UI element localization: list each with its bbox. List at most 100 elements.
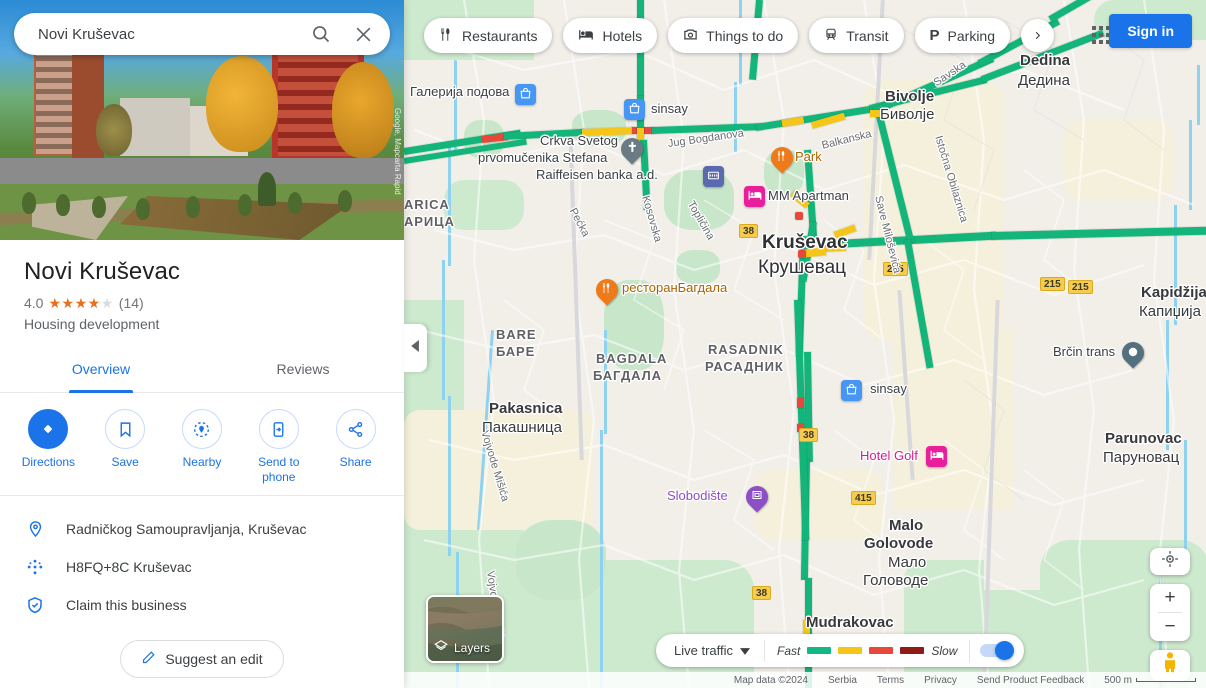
zoom-controls[interactable]: + − [1150, 584, 1190, 641]
rating-row[interactable]: 4.0 ★★★★★ (14) [0, 286, 404, 311]
layers-button[interactable]: Layers [426, 595, 504, 663]
sign-in-button[interactable]: Sign in [1109, 14, 1192, 48]
zoom-in-button[interactable]: + [1150, 584, 1190, 612]
my-location-icon [1161, 550, 1179, 573]
toggle-track [980, 641, 1015, 660]
plus-code-icon [24, 557, 46, 577]
shop-icon[interactable] [515, 84, 536, 105]
chips-next-button[interactable] [1021, 19, 1054, 52]
transit-icon [824, 27, 838, 45]
detail-text: Radničkog Samoupravljanja, Kruševac [66, 521, 307, 537]
suggest-label: Suggest an edit [165, 651, 263, 667]
place-tabs[interactable]: Overview Reviews [0, 347, 404, 393]
traffic-swatch-moderate [838, 647, 863, 654]
search-bar[interactable] [14, 13, 390, 55]
bank-icon[interactable] [703, 166, 724, 187]
chip-hotels[interactable]: Hotels [563, 18, 658, 53]
traffic-toggle[interactable] [969, 639, 1024, 662]
action-label: Directions [21, 455, 76, 469]
action-label: Save [111, 455, 139, 469]
collapse-panel-button[interactable] [404, 324, 427, 372]
scale-bar: 500 m [1104, 675, 1196, 686]
parking-icon: P [929, 27, 940, 44]
suggest-an-edit-button[interactable]: Suggest an edit [120, 640, 284, 678]
place-pin-icon [24, 519, 46, 539]
chip-label: Transit [846, 27, 889, 44]
scale-bar-line [1136, 678, 1196, 682]
detail-text: H8FQ+8C Kruševac [66, 559, 192, 575]
hotel-pin-icon[interactable] [926, 446, 947, 467]
traffic-swatch-very-slow [900, 647, 925, 654]
rating-value: 4.0 [24, 295, 44, 311]
action-label: Share [339, 455, 372, 469]
chip-restaurants[interactable]: Restaurants [424, 18, 553, 53]
map-controls[interactable]: + − [1150, 548, 1190, 681]
attrib-link-serbia[interactable]: Serbia [828, 675, 857, 686]
close-icon[interactable] [342, 13, 384, 55]
shop-icon[interactable] [841, 380, 862, 401]
detail-address[interactable]: Radničkog Samoupravljanja, Kruševac [0, 510, 404, 548]
detail-text: Claim this business [66, 597, 187, 613]
chevron-left-icon [411, 339, 420, 357]
action-label: Send to phone [258, 455, 300, 484]
zoom-out-button[interactable]: − [1150, 613, 1190, 641]
traffic-bar[interactable]: Live traffic Fast Slow [656, 634, 1025, 667]
my-location-button[interactable] [1150, 548, 1190, 575]
traffic-mode-label: Live traffic [674, 643, 734, 658]
place-category: Housing development [24, 316, 160, 332]
tab-overview[interactable]: Overview [0, 347, 202, 392]
traffic-mode-select[interactable]: Live traffic [656, 634, 764, 667]
place-details-list[interactable]: Radničkog Samoupravljanja, Kruševac H8FQ… [0, 496, 404, 624]
detail-claim-business[interactable]: Claim this business [0, 586, 404, 624]
road-shield: 215 [1068, 280, 1093, 294]
camera-icon [683, 27, 698, 45]
search-input[interactable] [14, 25, 300, 43]
action-directions[interactable]: Directions [12, 409, 84, 485]
road-shield: 215 [883, 262, 908, 276]
attrib-link-feedback[interactable]: Send Product Feedback [977, 675, 1084, 686]
shop-icon[interactable] [624, 99, 645, 120]
map-canvas[interactable]: da.r 382152152153841538 SavskaBalkanskaJ… [404, 0, 1206, 688]
hotel-pin-icon[interactable] [744, 186, 765, 207]
shield-check-icon [24, 595, 46, 615]
apps-grid-icon [1092, 26, 1110, 44]
place-actions[interactable]: Directions Save Nearby Send to phone Sha… [0, 393, 404, 496]
traffic-swatch-slow [869, 647, 894, 654]
road-shield: 38 [752, 586, 772, 600]
chevron-down-icon [740, 643, 751, 658]
tab-reviews[interactable]: Reviews [202, 347, 404, 392]
attrib-link-privacy[interactable]: Privacy [924, 675, 957, 686]
road-shield: 215 [1040, 277, 1065, 291]
action-share[interactable]: Share [320, 409, 392, 485]
map-category-chips[interactable]: Restaurants Hotels Things to do Transit … [424, 18, 1054, 53]
traffic-fast-label: Fast [777, 643, 801, 658]
road-shield: 38 [799, 428, 819, 442]
star-rating: ★★★★★ [48, 295, 114, 311]
action-send-to-phone[interactable]: Send to phone [243, 409, 315, 485]
action-save[interactable]: Save [89, 409, 161, 485]
chip-label: Restaurants [462, 27, 538, 44]
hotel-icon [578, 27, 594, 45]
review-count[interactable]: (14) [119, 295, 144, 311]
map-attribution: Map data ©2024 Serbia Terms Privacy Send… [404, 672, 1206, 688]
traffic-slow-label: Slow [931, 643, 958, 658]
detail-plus-code[interactable]: H8FQ+8C Kruševac [0, 548, 404, 586]
photo-credit: Google, Mapcarta Rapid [393, 108, 402, 195]
chip-label: Hotels [602, 27, 643, 44]
send-to-phone-icon [258, 409, 299, 449]
chip-transit[interactable]: Transit [809, 18, 904, 53]
attrib-link-terms[interactable]: Terms [877, 675, 904, 686]
chip-parking[interactable]: P Parking [914, 18, 1010, 53]
road-shield: 415 [851, 491, 876, 505]
suggest-edit-wrap: Suggest an edit [0, 640, 404, 678]
road-shield: 38 [739, 224, 759, 238]
chip-label: Things to do [706, 27, 784, 44]
share-icon [335, 409, 376, 449]
page-title: Novi Kruševac [24, 258, 181, 285]
action-nearby[interactable]: Nearby [166, 409, 238, 485]
restaurant-icon [439, 27, 454, 45]
search-icon[interactable] [300, 13, 342, 55]
chevron-right-icon [1032, 28, 1043, 44]
chip-things-to-do[interactable]: Things to do [668, 18, 799, 53]
traffic-swatch-fast [807, 647, 832, 654]
